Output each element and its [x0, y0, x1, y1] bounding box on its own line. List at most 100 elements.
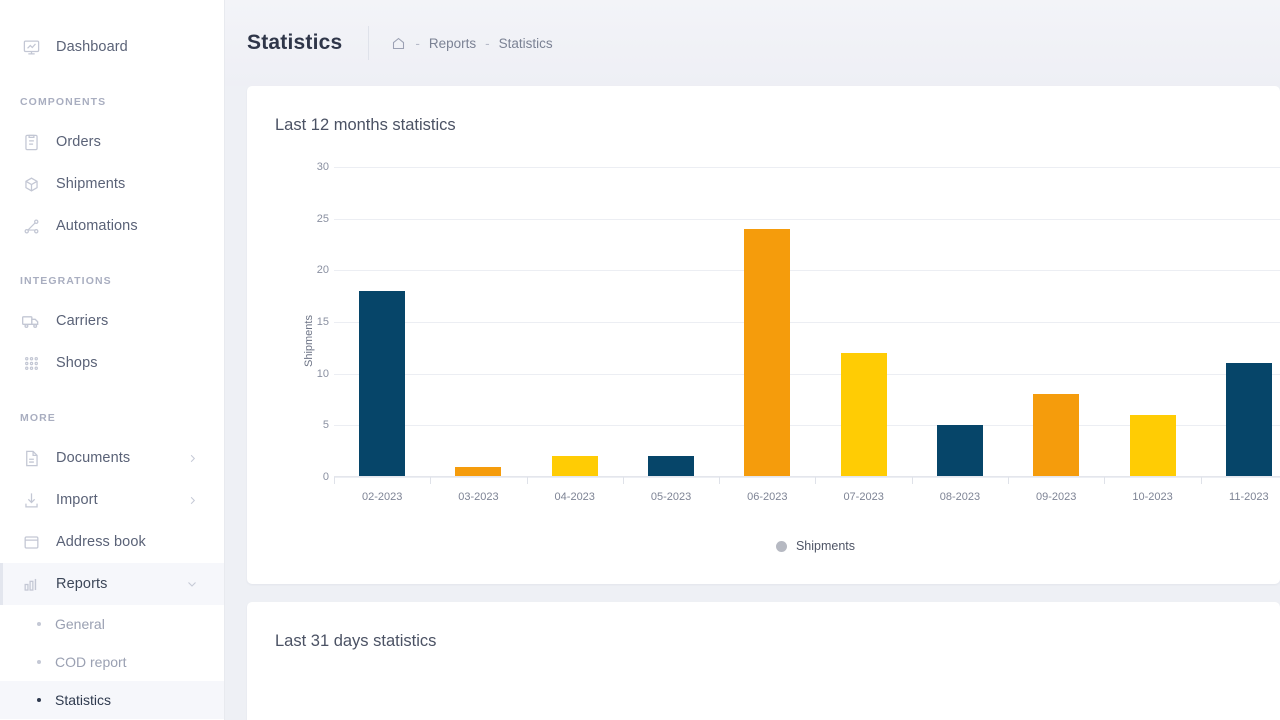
card-title: Last 12 months statistics	[247, 86, 1280, 135]
sidebar-section-components: COMPONENTS	[0, 96, 224, 108]
sidebar-item-address-book[interactable]: Address book	[0, 521, 224, 563]
card-last-31-days: Last 31 days statistics	[247, 602, 1280, 720]
bar-cell	[334, 167, 430, 477]
breadcrumb-item-reports[interactable]: Reports	[429, 36, 476, 51]
bar-10-2023[interactable]	[1130, 415, 1176, 477]
divider	[368, 26, 369, 60]
chart-bars	[334, 167, 1280, 477]
bar-cell	[1201, 167, 1280, 477]
bar-09-2023[interactable]	[1033, 394, 1079, 477]
sidebar-item-label: Shipments	[56, 176, 125, 192]
sidebar-item-documents[interactable]: Documents	[0, 437, 224, 479]
sidebar-item-orders[interactable]: Orders	[0, 121, 224, 163]
sidebar-item-dashboard[interactable]: Dashboard	[0, 26, 224, 68]
sidebar-item-label: Address book	[56, 534, 146, 550]
bar-05-2023[interactable]	[648, 456, 694, 477]
sidebar-section-integrations: INTEGRATIONS	[0, 275, 224, 287]
y-tick-label: 0	[287, 471, 329, 483]
legend-marker-icon	[776, 541, 787, 552]
y-tick-label: 30	[287, 161, 329, 173]
main-content: Statistics - Reports - Statistics Last 1…	[225, 0, 1280, 720]
truck-icon	[20, 310, 42, 332]
bar-cell	[912, 167, 1008, 477]
sidebar-item-label: Shops	[56, 355, 98, 371]
address-book-icon	[20, 531, 42, 553]
bullet-icon	[37, 698, 41, 702]
x-tick-label: 07-2023	[843, 491, 883, 521]
x-tick-label: 09-2023	[1036, 491, 1076, 521]
page-title: Statistics	[247, 31, 342, 55]
dashboard-icon	[20, 36, 42, 58]
sidebar-subitem-general[interactable]: General	[0, 605, 224, 643]
card-last-12-months: Last 12 months statistics Shipments 0510…	[247, 86, 1280, 584]
shipments-box-icon	[20, 173, 42, 195]
bar-cell	[815, 167, 911, 477]
bar-04-2023[interactable]	[552, 456, 598, 477]
sidebar-item-import[interactable]: Import	[0, 479, 224, 521]
breadcrumb-separator: -	[485, 36, 490, 51]
x-tick-cell: 04-2023	[527, 477, 623, 521]
sidebar-item-label: Documents	[56, 450, 130, 466]
shipments-bar-chart: Shipments 051015202530 02-202303-202304-…	[287, 161, 1280, 521]
app-root: Dashboard COMPONENTS Orders Shipments	[0, 0, 1280, 720]
x-tick-cell: 11-2023	[1201, 477, 1280, 521]
sidebar-item-automations[interactable]: Automations	[0, 205, 224, 247]
bar-08-2023[interactable]	[937, 425, 983, 477]
card-title: Last 31 days statistics	[247, 602, 1280, 651]
x-tick-label: 10-2023	[1132, 491, 1172, 521]
y-tick-label: 20	[287, 264, 329, 276]
bar-03-2023[interactable]	[455, 467, 501, 477]
home-icon[interactable]	[391, 36, 406, 51]
topbar: Statistics - Reports - Statistics	[225, 0, 1280, 86]
x-tick-label: 03-2023	[458, 491, 498, 521]
bar-cell	[623, 167, 719, 477]
sidebar-item-label: Dashboard	[56, 39, 128, 55]
sidebar-item-label: Orders	[56, 134, 101, 150]
x-tick-cell: 06-2023	[719, 477, 815, 521]
document-icon	[20, 447, 42, 469]
bullet-icon	[37, 660, 41, 664]
bar-cell	[527, 167, 623, 477]
chart-x-axis: 02-2023 03-2023 04-2023 05-2023 06-2023 07-20…	[334, 477, 1280, 521]
y-tick-label: 10	[287, 368, 329, 380]
sidebar-subitem-statistics[interactable]: Statistics	[0, 681, 224, 719]
x-tick-label: 05-2023	[651, 491, 691, 521]
breadcrumb-item-statistics: Statistics	[499, 36, 553, 51]
chevron-right-icon[interactable]	[187, 453, 198, 464]
breadcrumb-separator: -	[415, 36, 420, 51]
legend-label: Shipments	[796, 539, 855, 553]
chevron-down-icon[interactable]	[186, 578, 198, 590]
sidebar-item-label: Import	[56, 492, 98, 508]
x-tick-cell: 02-2023	[334, 477, 430, 521]
sidebar-subitem-cod-report[interactable]: COD report	[0, 643, 224, 681]
sidebar: Dashboard COMPONENTS Orders Shipments	[0, 0, 225, 720]
x-tick-label: 11-2023	[1229, 491, 1269, 521]
content-area: Last 12 months statistics Shipments 0510…	[225, 86, 1280, 720]
x-tick-cell: 09-2023	[1008, 477, 1104, 521]
x-tick-label: 02-2023	[362, 491, 402, 521]
bar-07-2023[interactable]	[841, 353, 887, 477]
sidebar-item-reports[interactable]: Reports	[0, 563, 224, 605]
breadcrumb: - Reports - Statistics	[391, 36, 552, 51]
x-tick-label: 08-2023	[940, 491, 980, 521]
x-tick-label: 06-2023	[747, 491, 787, 521]
y-tick-label: 15	[287, 316, 329, 328]
x-tick-label: 04-2023	[555, 491, 595, 521]
sidebar-subitem-label: General	[55, 616, 105, 632]
bar-11-2023[interactable]	[1226, 363, 1272, 477]
chevron-right-icon[interactable]	[187, 495, 198, 506]
bar-cell	[719, 167, 815, 477]
bar-06-2023[interactable]	[744, 229, 790, 477]
automations-node-icon	[20, 215, 42, 237]
bar-02-2023[interactable]	[359, 291, 405, 477]
sidebar-section-more: MORE	[0, 412, 224, 424]
bar-cell	[1104, 167, 1200, 477]
x-tick-cell: 10-2023	[1104, 477, 1200, 521]
sidebar-subitem-label: COD report	[55, 654, 127, 670]
sidebar-item-shipments[interactable]: Shipments	[0, 163, 224, 205]
sidebar-item-carriers[interactable]: Carriers	[0, 300, 224, 342]
bullet-icon	[37, 622, 41, 626]
y-tick-label: 25	[287, 213, 329, 225]
sidebar-item-shops[interactable]: Shops	[0, 342, 224, 384]
import-download-icon	[20, 489, 42, 511]
